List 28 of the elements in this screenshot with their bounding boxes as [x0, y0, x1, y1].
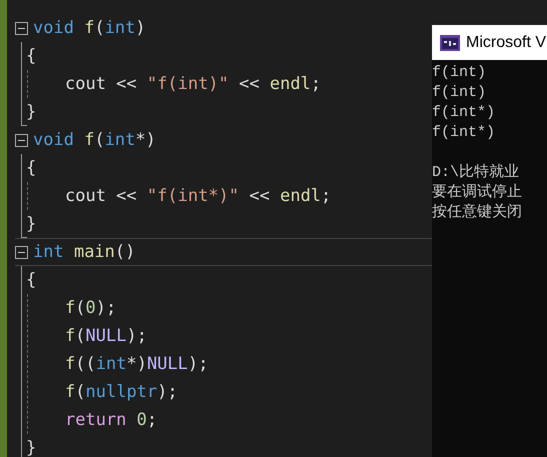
- code-line: f(0);: [65, 297, 116, 320]
- code-line: }: [26, 101, 36, 124]
- fold-toggle[interactable]: [15, 134, 28, 146]
- console-line: f(int*): [432, 123, 496, 143]
- fold-toggle[interactable]: [15, 246, 28, 258]
- code-line: {: [26, 269, 36, 292]
- code-line: int main(): [33, 241, 136, 264]
- console-line: 要在调试停止: [432, 183, 523, 203]
- fold-toggle[interactable]: [15, 22, 28, 34]
- code-line: {: [26, 157, 36, 180]
- console-line: f(int): [432, 83, 488, 103]
- code-line: }: [26, 213, 36, 236]
- code-line: void f(int): [33, 17, 146, 40]
- code-line: void f(int*): [33, 129, 156, 152]
- console-icon: [440, 34, 460, 50]
- console-line: 按任意键关闭: [432, 203, 523, 223]
- console-line: f(int): [432, 63, 488, 83]
- code-line: {: [26, 45, 36, 68]
- code-line: f(nullptr);: [65, 381, 178, 404]
- console-line: f(int*): [432, 103, 496, 123]
- code-line: f(NULL);: [65, 325, 147, 348]
- window-title: Microsoft V: [466, 34, 546, 52]
- code-line: }: [26, 437, 36, 457]
- code-line: f((int*)NULL);: [65, 353, 208, 376]
- code-line: cout << "f(int)" << endl;: [65, 73, 321, 96]
- console-line: D:\比特就业: [432, 163, 520, 183]
- code-line: return 0;: [65, 409, 158, 432]
- code-line: cout << "f(int*)" << endl;: [65, 185, 332, 208]
